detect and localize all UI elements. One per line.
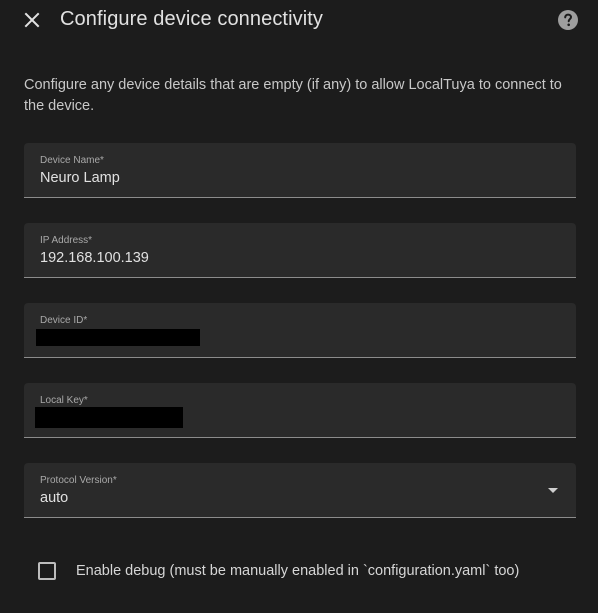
protocol-version-value: auto <box>40 490 69 506</box>
ip-address-label: IP Address* <box>40 235 93 246</box>
protocol-version-select[interactable]: Protocol Version* auto <box>24 463 576 518</box>
enable-debug-checkbox[interactable] <box>38 562 56 580</box>
local-key-field[interactable]: Local Key* <box>24 383 576 438</box>
dialog-title: Configure device connectivity <box>60 8 324 30</box>
local-key-redaction <box>35 407 183 428</box>
dialog-description: Configure any device details that are em… <box>24 77 562 114</box>
help-circle-icon <box>558 10 578 30</box>
configure-device-dialog: Configure device connectivity Configure … <box>0 0 598 613</box>
close-button[interactable] <box>19 7 45 33</box>
protocol-version-label: Protocol Version* <box>40 475 117 486</box>
device-name-label: Device Name* <box>40 155 104 166</box>
enable-debug-label[interactable]: Enable debug (must be manually enabled i… <box>76 563 519 579</box>
close-icon <box>24 12 40 28</box>
help-button[interactable] <box>557 9 579 31</box>
device-name-field[interactable]: Device Name* Neuro Lamp <box>24 143 576 198</box>
ip-address-field[interactable]: IP Address* 192.168.100.139 <box>24 223 576 278</box>
device-name-value: Neuro Lamp <box>40 170 120 186</box>
ip-address-value: 192.168.100.139 <box>40 250 149 266</box>
device-id-label: Device ID* <box>40 315 88 326</box>
enable-debug-row: Enable debug (must be manually enabled i… <box>38 560 519 582</box>
local-key-label: Local Key* <box>40 395 88 406</box>
chevron-down-icon <box>548 488 558 493</box>
dialog-header: Configure device connectivity <box>0 0 598 40</box>
device-id-field[interactable]: Device ID* <box>24 303 576 358</box>
device-id-redaction <box>36 329 200 346</box>
